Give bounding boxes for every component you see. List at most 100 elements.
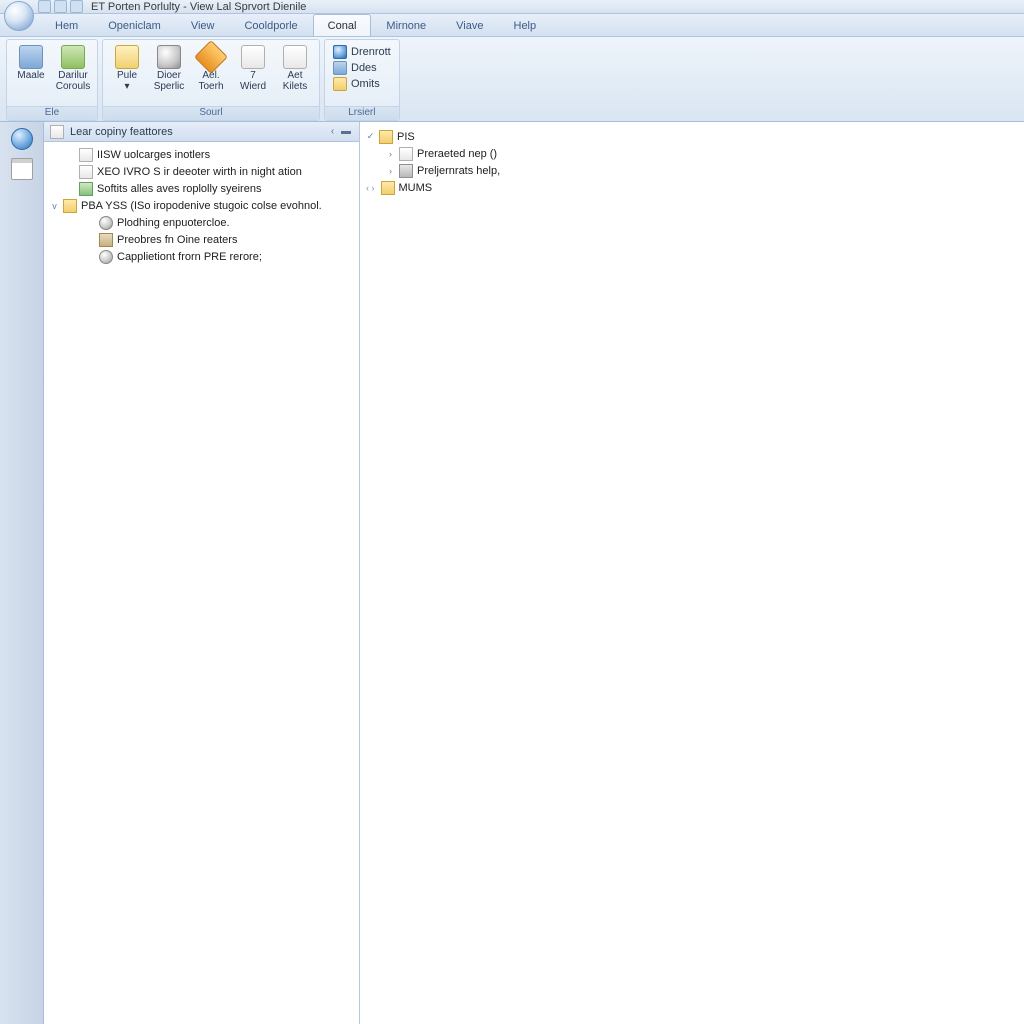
tree-twisty-icon[interactable]: › bbox=[386, 166, 395, 176]
ribbon-button-label: Kilets bbox=[283, 82, 307, 93]
ribbon-button-label: Pule bbox=[117, 71, 137, 82]
ribbon-button[interactable]: Maale bbox=[11, 43, 51, 84]
ribbon-button-icon bbox=[19, 45, 43, 69]
small-icon bbox=[333, 61, 347, 75]
tree-item-icon bbox=[399, 164, 413, 178]
ribbon-tabs: HemOpeniclamViewCooldporleConalMirnoneVi… bbox=[0, 14, 1024, 37]
content-tree: ✓PIS›Preraeted nep ()›Preljernrats help,… bbox=[360, 122, 1024, 202]
tree-item-icon bbox=[381, 181, 395, 195]
quick-access-toolbar bbox=[38, 0, 83, 13]
navigator-header: Lear copiny feattores ‹ ▬ bbox=[44, 122, 359, 142]
ribbon-group-label: Sourl bbox=[103, 106, 319, 120]
ribbon-button-icon bbox=[241, 45, 265, 69]
navigator-controls[interactable]: ‹ ▬ bbox=[331, 126, 353, 137]
ribbon-button-label: 7 bbox=[250, 71, 256, 82]
tree-item-icon bbox=[79, 182, 93, 196]
tree-item-label: Softits alles aves roplolly syeirens bbox=[97, 183, 261, 195]
qat-icon[interactable] bbox=[70, 0, 83, 13]
small-label: Drenrott bbox=[351, 46, 391, 58]
nav-arrows-icon[interactable]: ‹ › bbox=[366, 183, 375, 193]
ribbon-button-label: Dioer bbox=[157, 71, 181, 82]
tree-item-label: Preraeted nep () bbox=[417, 148, 497, 160]
tree-item-label: IISW uolcarges inotlers bbox=[97, 149, 210, 161]
tree-item[interactable]: Plodhing enpuotercloe. bbox=[46, 214, 357, 231]
ribbon-button-label: Wierd bbox=[240, 82, 266, 93]
ribbon-group: Drenrott Ddes Omits Lrsierl bbox=[324, 39, 400, 121]
workspace: Lear copiny feattores ‹ ▬ IISW uolcarges… bbox=[0, 122, 1024, 1024]
tree-item[interactable]: v PBA YSS (ISo iropodenive stugoic colse … bbox=[46, 197, 357, 214]
ribbon-button-label: Aet bbox=[287, 71, 302, 82]
tab-openiclam[interactable]: Openiclam bbox=[93, 14, 176, 36]
tree-item[interactable]: › Preraeted nep () bbox=[364, 145, 1020, 162]
ribbon-button[interactable]: 7Wierd bbox=[233, 43, 273, 94]
tree-item-label: XEO IVRO S ir deeoter wirth in night ati… bbox=[97, 166, 302, 178]
tab-viave[interactable]: Viave bbox=[441, 14, 498, 36]
ribbon-button-icon bbox=[194, 40, 228, 74]
ribbon-button-label: Toerh bbox=[198, 82, 223, 93]
small-icon bbox=[333, 77, 347, 91]
ribbon-small-button[interactable]: Omits bbox=[333, 77, 391, 91]
tree-item-icon bbox=[79, 165, 93, 179]
ribbon-button[interactable]: Pule▾ bbox=[107, 43, 147, 94]
ribbon-group-label: Ele bbox=[7, 106, 97, 120]
content-pane: ✓PIS›Preraeted nep ()›Preljernrats help,… bbox=[360, 122, 1024, 1024]
tree-twisty-icon[interactable]: v bbox=[50, 201, 59, 211]
tab-cooldporle[interactable]: Cooldporle bbox=[229, 14, 312, 36]
tree-item-label: Preobres fn Oine reaters bbox=[117, 234, 237, 246]
tree-item-label: Plodhing enpuotercloe. bbox=[117, 217, 230, 229]
rail-globe-icon[interactable] bbox=[11, 128, 33, 150]
tree-item-icon bbox=[79, 148, 93, 162]
tree-item-label: Capplietiont frorn PRE rerore; bbox=[117, 251, 262, 263]
tree-item[interactable]: IISW uolcarges inotlers bbox=[46, 146, 357, 163]
rail-card-icon[interactable] bbox=[11, 158, 33, 180]
ribbon-button-icon bbox=[157, 45, 181, 69]
tree-item-icon bbox=[379, 130, 393, 144]
ribbon-button-label: Sperlic bbox=[154, 82, 185, 93]
ribbon-button-icon bbox=[115, 45, 139, 69]
tree-item-label: PBA YSS (ISo iropodenive stugoic colse e… bbox=[81, 200, 322, 212]
tree-item-icon bbox=[99, 250, 113, 264]
tab-mirnone[interactable]: Mirnone bbox=[371, 14, 441, 36]
tree-item[interactable]: ✓ PIS bbox=[364, 128, 1020, 145]
tree-item[interactable]: Preobres fn Oine reaters bbox=[46, 231, 357, 248]
ribbon-group: Maale DarilurCorouls Ele bbox=[6, 39, 98, 121]
small-label: Omits bbox=[351, 78, 380, 90]
tree-item[interactable]: Softits alles aves roplolly syeirens bbox=[46, 180, 357, 197]
tree-item-icon bbox=[99, 233, 113, 247]
navigator-tree: IISW uolcarges inotlers XEO IVRO S ir dee… bbox=[44, 142, 359, 269]
tab-help[interactable]: Help bbox=[499, 14, 552, 36]
ribbon-button-label: Maale bbox=[17, 71, 44, 82]
small-label: Ddes bbox=[351, 62, 377, 74]
tree-item-label: MUMS bbox=[399, 182, 433, 194]
tree-item[interactable]: XEO IVRO S ir deeoter wirth in night ati… bbox=[46, 163, 357, 180]
ribbon-button[interactable]: Ael.Toerh bbox=[191, 43, 231, 94]
ribbon-button-label: ▾ bbox=[124, 82, 129, 93]
ribbon-group: Pule▾DioerSperlicAel.Toerh7WierdAetKilet… bbox=[102, 39, 320, 121]
tree-item[interactable]: ›Preljernrats help, bbox=[364, 162, 1020, 179]
ribbon-small-button[interactable]: Drenrott bbox=[333, 45, 391, 59]
tab-view[interactable]: View bbox=[176, 14, 230, 36]
tree-twisty-icon[interactable]: › bbox=[386, 149, 395, 159]
tree-item-label: PIS bbox=[397, 131, 415, 143]
tree-item-icon bbox=[63, 199, 77, 213]
small-icon bbox=[333, 45, 347, 59]
tab-conal[interactable]: Conal bbox=[313, 14, 372, 36]
ribbon-small-button[interactable]: Ddes bbox=[333, 61, 391, 75]
qat-icon[interactable] bbox=[54, 0, 67, 13]
tree-item-icon bbox=[99, 216, 113, 230]
title-bar: ET Porten Porlulty - View Lal Sprvort Di… bbox=[0, 0, 1024, 14]
ribbon-group-label: Lrsierl bbox=[325, 106, 399, 120]
tree-twisty-icon[interactable]: ✓ bbox=[366, 131, 375, 142]
tree-item[interactable]: Capplietiont frorn PRE rerore; bbox=[46, 248, 357, 265]
tree-item[interactable]: ‹ › MUMS bbox=[364, 179, 1020, 196]
app-orb-button[interactable] bbox=[4, 1, 34, 31]
ribbon-button-label: Darilur bbox=[58, 71, 87, 82]
navigator-pane: Lear copiny feattores ‹ ▬ IISW uolcarges… bbox=[44, 122, 360, 1024]
ribbon-button[interactable]: DioerSperlic bbox=[149, 43, 189, 94]
qat-icon[interactable] bbox=[38, 0, 51, 13]
navigator-title: Lear copiny feattores bbox=[70, 126, 173, 138]
ribbon-button-icon bbox=[61, 45, 85, 69]
tab-hem[interactable]: Hem bbox=[40, 14, 93, 36]
ribbon-button[interactable]: DarilurCorouls bbox=[53, 43, 93, 94]
ribbon-button[interactable]: AetKilets bbox=[275, 43, 315, 94]
